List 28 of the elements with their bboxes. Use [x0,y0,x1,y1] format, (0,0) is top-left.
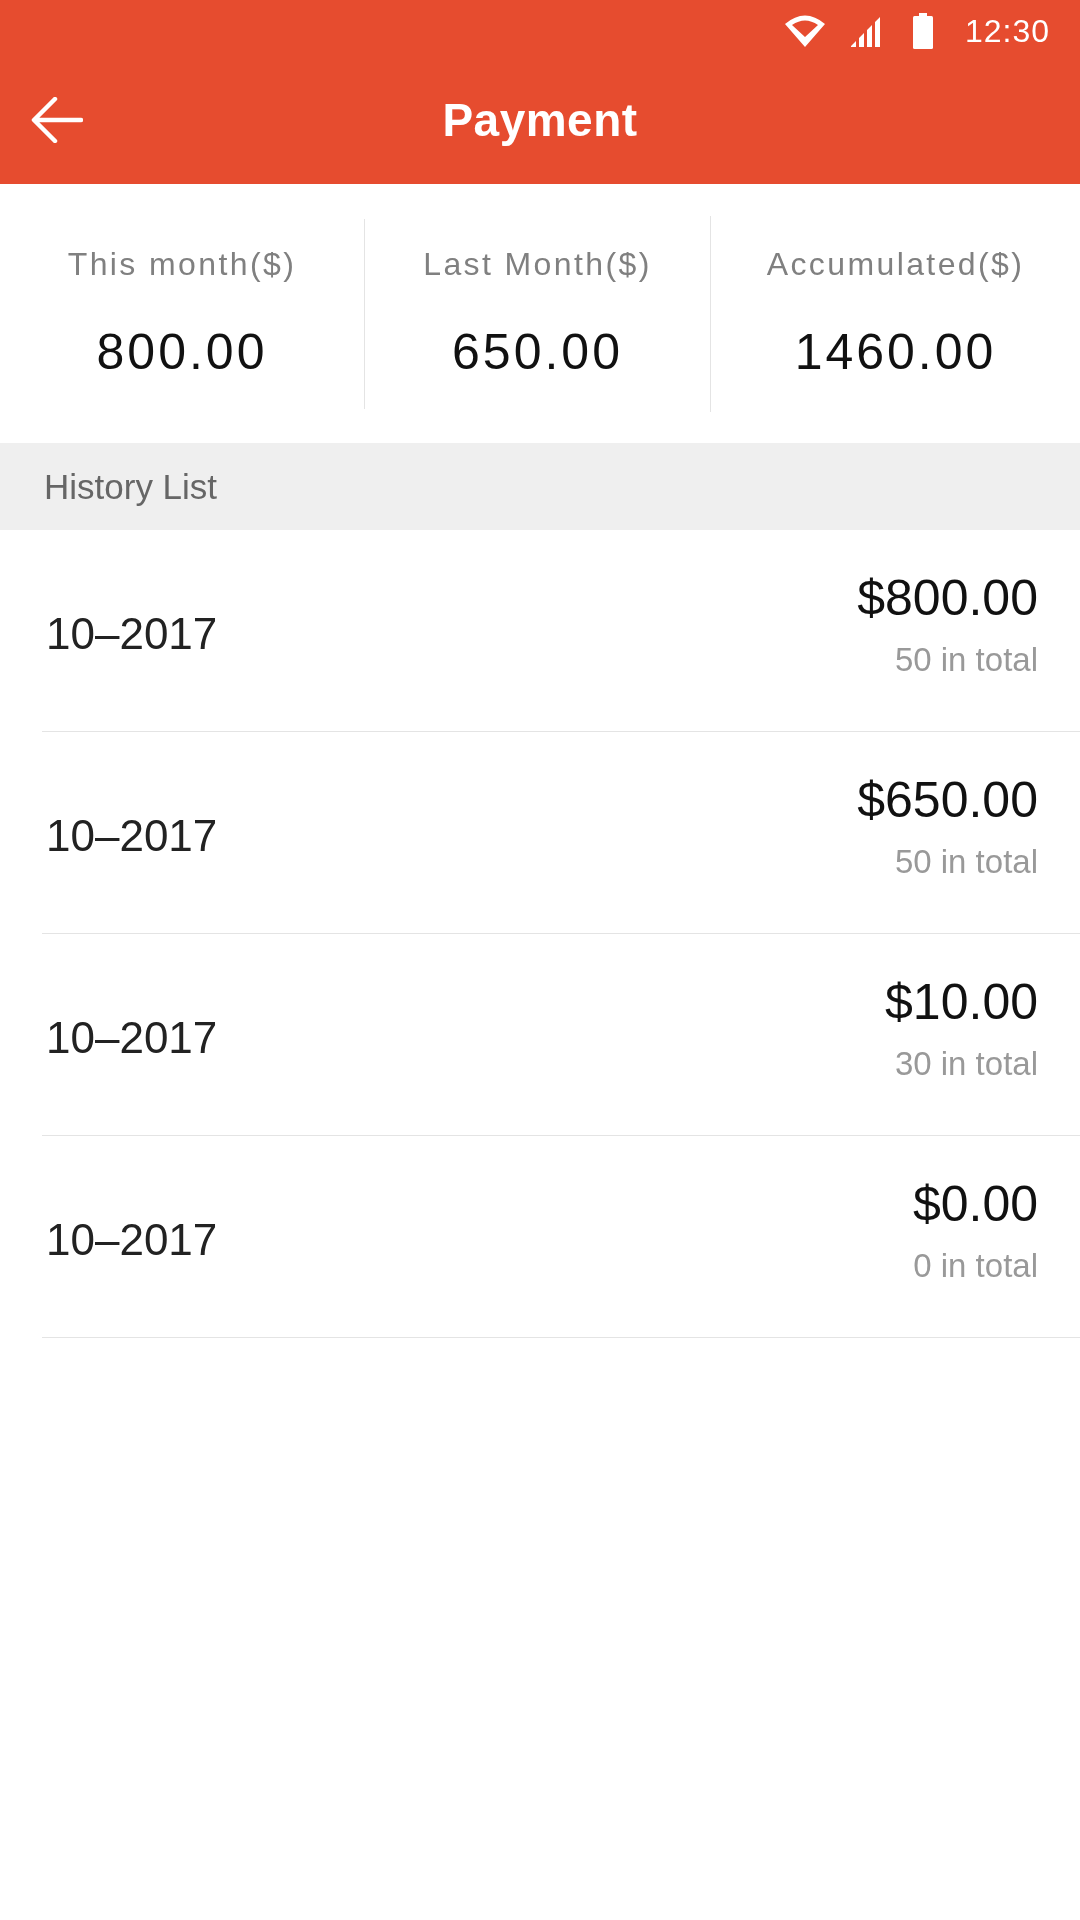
history-row[interactable]: 10–2017 $0.00 0 in total [42,1136,1080,1338]
history-date: 10–2017 [46,608,218,659]
history-amount: $10.00 [885,972,1038,1031]
page-title: Payment [442,93,638,147]
history-amount: $800.00 [857,568,1038,627]
summary-label: Accumulated($) [766,246,1025,283]
history-row[interactable]: 10–2017 $10.00 30 in total [42,934,1080,1136]
history-count: 50 in total [894,640,1038,679]
history-count: 30 in total [894,1044,1038,1083]
history-row[interactable]: 10–2017 $650.00 50 in total [42,732,1080,934]
history-amount: $0.00 [912,1174,1038,1233]
section-title: History List [44,466,218,507]
history-count: 0 in total [913,1246,1038,1285]
summary-value: 650.00 [452,323,623,381]
history-date: 10–2017 [46,810,218,861]
history-count: 50 in total [894,842,1038,881]
wifi-icon [784,15,825,47]
history-date: 10–2017 [46,1012,218,1063]
summary-value: 1460.00 [794,323,997,381]
summary-value: 800.00 [96,323,268,381]
summary-label: Last Month($) [423,246,652,283]
history-row[interactable]: 10–2017 $800.00 50 in total [42,530,1080,732]
summary-label: This month($) [67,246,297,283]
battery-icon [912,13,933,49]
back-arrow-icon [31,97,83,143]
history-amount: $650.00 [857,770,1038,829]
status-time: 12:30 [964,12,1050,50]
history-date: 10–2017 [46,1214,218,1265]
